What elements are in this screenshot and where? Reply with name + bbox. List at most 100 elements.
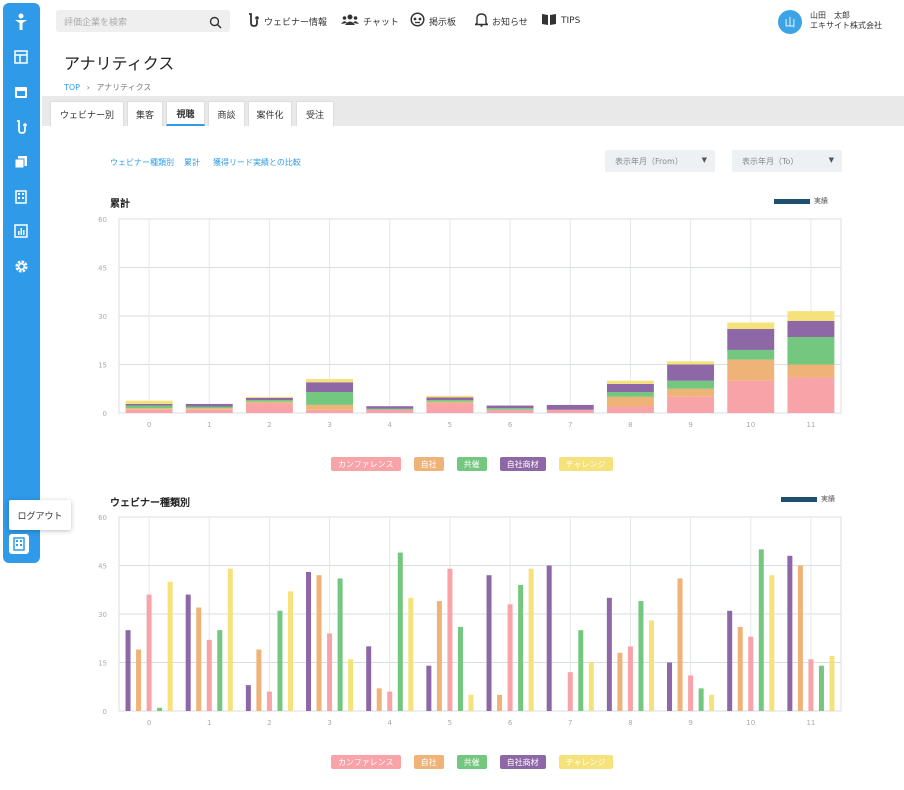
nav-label: TIPS — [561, 16, 581, 26]
bar — [748, 636, 754, 711]
search-icon[interactable] — [209, 14, 222, 33]
bar-segment — [667, 364, 715, 381]
filter-cumulative[interactable]: 累計 — [184, 157, 200, 168]
bar-segment — [546, 404, 594, 410]
legend-chip-seminar[interactable]: 自社 — [413, 457, 444, 471]
bar-segment — [306, 382, 354, 392]
bar-segment — [787, 337, 835, 365]
search-box[interactable]: 評価企業を検索 — [56, 10, 230, 32]
breadcrumb-top-link[interactable]: TOP — [64, 83, 80, 92]
user-info[interactable]: 山田 太郎 エキサイト株式会社 — [810, 11, 882, 31]
user-name: 山田 太郎 — [810, 11, 850, 20]
tab-by-webinar[interactable]: ウェビナー別 — [50, 101, 124, 126]
to-month-select[interactable]: 表示年月（To） ▼ — [732, 150, 842, 172]
bar — [808, 659, 814, 711]
bar-segment — [245, 400, 293, 402]
bar — [677, 578, 683, 711]
bar — [818, 665, 824, 711]
tab-negotiation[interactable]: 商談 — [208, 101, 245, 126]
y-tick-label: 15 — [98, 362, 107, 370]
nav-tips[interactable]: TIPS — [541, 12, 580, 30]
tab-projectization[interactable]: 案件化 — [248, 101, 292, 126]
logout-button[interactable]: ログアウト — [9, 500, 71, 530]
breadcrumb: TOP › アナリティクス — [64, 82, 151, 93]
bar — [546, 565, 552, 711]
nav-notice[interactable]: お知らせ — [473, 12, 528, 30]
plot-frame — [118, 218, 842, 414]
layout-icon[interactable] — [12, 48, 30, 66]
bar — [627, 646, 633, 711]
gear-icon[interactable] — [12, 257, 30, 275]
chart-icon[interactable] — [12, 222, 30, 240]
x-tick-label: 2 — [267, 421, 271, 429]
board-icon — [410, 12, 425, 30]
bar — [518, 584, 524, 711]
x-tick-label: 9 — [688, 719, 692, 727]
y-tick-label: 60 — [98, 514, 107, 522]
bar — [376, 688, 382, 711]
page-title: アナリティクス — [64, 54, 175, 73]
bar — [507, 604, 513, 711]
nav-webinar-info[interactable]: ウェビナー情報 — [246, 12, 327, 30]
tab-viewing[interactable]: 視聴 — [166, 101, 205, 126]
x-tick-label: 6 — [508, 719, 513, 727]
avatar[interactable]: 山 — [778, 10, 802, 34]
building-icon[interactable] — [12, 188, 30, 206]
search-input[interactable]: 評価企業を検索 — [64, 15, 127, 28]
filter-by-webinar-type[interactable]: ウェビナー種類別 — [110, 157, 174, 168]
bar-segment — [727, 380, 775, 413]
legend-label: 実績 — [821, 495, 835, 503]
bar-segment — [486, 405, 534, 409]
copy-icon[interactable] — [12, 153, 30, 171]
bar-segment — [727, 359, 775, 381]
bar-segment — [667, 396, 715, 413]
x-tick-label: 3 — [327, 421, 331, 429]
x-tick-label: 10 — [746, 719, 755, 727]
legend-chip-conference[interactable]: カンファレンス — [331, 755, 401, 769]
x-tick-label: 4 — [388, 719, 393, 727]
bar-segment — [787, 311, 835, 321]
filter-lead-comparison[interactable]: 獲得リード実績との比較 — [213, 157, 301, 168]
legend-chip-own-product[interactable]: 自社商材 — [499, 755, 546, 769]
bar — [436, 601, 442, 711]
tab-attraction[interactable]: 集客 — [127, 101, 163, 126]
bar — [606, 597, 612, 711]
nav-chat[interactable]: チャット — [341, 12, 399, 30]
webinar-icon[interactable] — [12, 118, 30, 136]
legend-chip-cohost[interactable]: 共催 — [456, 457, 487, 471]
y-tick-label: 0 — [103, 708, 107, 716]
y-tick-label: 60 — [98, 216, 107, 224]
webinar-icon — [246, 12, 260, 31]
legend-chip-conference[interactable]: カンファレンス — [331, 457, 401, 471]
bar — [306, 571, 312, 711]
bar — [125, 630, 131, 711]
calendar-icon[interactable] — [12, 83, 30, 101]
legend-swatch — [774, 198, 810, 204]
bar-segment — [426, 395, 474, 398]
legend-chip-cohost[interactable]: 共催 — [456, 755, 487, 769]
bar — [758, 549, 764, 711]
from-month-select[interactable]: 表示年月（From） ▼ — [605, 150, 715, 172]
legend-chip-challenge[interactable]: チャレンジ — [558, 457, 613, 471]
legend-chip-own-product[interactable]: 自社商材 — [499, 457, 546, 471]
building-icon[interactable] — [9, 534, 29, 554]
x-tick-label: 2 — [267, 719, 271, 727]
bar-segment — [245, 396, 293, 398]
bar — [167, 581, 173, 711]
tab-orders[interactable]: 受注 — [296, 101, 334, 126]
logo-icon[interactable] — [12, 13, 30, 31]
x-tick-label: 8 — [628, 719, 632, 727]
bar-segment — [606, 380, 654, 384]
nav-board[interactable]: 掲示板 — [410, 12, 456, 30]
bar — [727, 610, 733, 711]
legend-jisseki[interactable]: 実績 — [781, 494, 835, 504]
legend-jisseki[interactable]: 実績 — [774, 196, 828, 206]
legend-chip-seminar[interactable]: 自社 — [413, 755, 444, 769]
legend-chip-challenge[interactable]: チャレンジ — [558, 755, 613, 769]
bar — [497, 694, 503, 711]
x-tick-label: 5 — [448, 421, 452, 429]
y-tick-label: 45 — [98, 265, 107, 273]
bar-segment — [727, 322, 775, 329]
bar-segment — [606, 391, 654, 397]
bar — [157, 707, 163, 711]
